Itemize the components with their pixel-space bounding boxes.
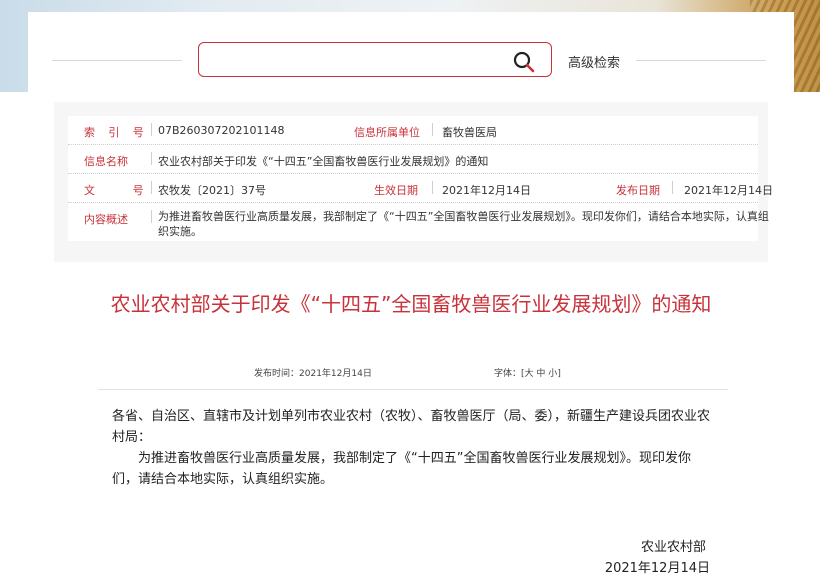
- divider: [52, 60, 182, 61]
- summary-value: 为推进畜牧兽医行业高质量发展，我部制定了《“十四五”全国畜牧兽医行业发展规划》。…: [158, 210, 769, 238]
- metadata-row: 索 引 号 07B260307202101148 信息所属单位 畜牧兽医局: [68, 116, 758, 145]
- effective-date-label: 生效日期: [374, 184, 418, 197]
- divider: [636, 60, 766, 61]
- divider: [672, 181, 673, 194]
- metadata-panel: 索 引 号 07B260307202101148 信息所属单位 畜牧兽医局 信息…: [54, 102, 773, 262]
- search-box: [198, 42, 552, 77]
- search-input[interactable]: [209, 48, 503, 73]
- search-bar: 高级检索: [28, 12, 794, 104]
- signature-org: 农业农村部: [640, 540, 706, 555]
- divider: [151, 181, 152, 194]
- metadata-table: 索 引 号 07B260307202101148 信息所属单位 畜牧兽医局 信息…: [68, 116, 773, 241]
- effective-date-value: 2021年12月14日: [442, 184, 531, 197]
- body-paragraph: 为推进畜牧兽医行业高质量发展，我部制定了《“十四五”全国畜牧兽医行业发展规划》。…: [112, 451, 691, 487]
- publish-time: 发布时间：2021年12月14日: [254, 366, 372, 379]
- name-value: 农业农村部关于印发《“十四五”全国畜牧兽医行业发展规划》的通知: [158, 155, 489, 168]
- signature-date: 2021年12月14日: [604, 561, 710, 576]
- index-label: 索 引 号: [84, 126, 149, 139]
- unit-label: 信息所属单位: [354, 126, 420, 139]
- divider: [151, 152, 152, 165]
- doc-number-value: 农牧发〔2021〕37号: [158, 184, 266, 197]
- page-title: 农业农村部关于印发《“十四五”全国畜牧兽医行业发展规划》的通知: [110, 292, 712, 316]
- metadata-row: 文 号 农牧发〔2021〕37号 生效日期 2021年12月14日 发布日期 2…: [68, 174, 773, 203]
- advanced-search-link[interactable]: 高级检索: [568, 52, 620, 71]
- divider: [151, 123, 152, 136]
- metadata-row: 内容概述 为推进畜牧兽医行业高质量发展，我部制定了《“十四五”全国畜牧兽医行业发…: [68, 203, 769, 241]
- publish-date-value: 2021年12月14日: [684, 184, 773, 197]
- divider: [151, 210, 152, 223]
- publish-time-value: 2021年12月14日: [299, 369, 372, 379]
- salutation-paragraph: 各省、自治区、直辖市及计划单列市农业农村（农牧）、畜牧兽医厅（局、委），新疆生产…: [112, 409, 711, 445]
- document-text: 各省、自治区、直辖市及计划单列市农业农村（农牧）、畜牧兽医厅（局、委），新疆生产…: [112, 406, 712, 490]
- publish-time-label: 发布时间：: [254, 369, 300, 379]
- doc-number-label: 文 号: [84, 184, 161, 197]
- content-card: 高级检索 索 引 号 07B260307202101148 信息所属单位 畜牧兽…: [28, 12, 794, 576]
- divider: [98, 389, 728, 390]
- font-medium-link[interactable]: 中: [536, 369, 545, 379]
- divider: [432, 123, 433, 136]
- document-body: 农业农村部关于印发《“十四五”全国畜牧兽医行业发展规划》的通知 发布时间：202…: [54, 274, 768, 576]
- document-panel: 农业农村部关于印发《“十四五”全国畜牧兽医行业发展规划》的通知 发布时间：202…: [54, 274, 768, 576]
- divider: [432, 181, 433, 194]
- name-label: 信息名称: [84, 155, 128, 168]
- font-size-label: 字体：[: [494, 369, 525, 379]
- metadata-row: 信息名称 农业农村部关于印发《“十四五”全国畜牧兽医行业发展规划》的通知: [68, 145, 758, 174]
- unit-value: 畜牧兽医局: [442, 126, 497, 139]
- font-size-bracket: ]: [557, 369, 561, 379]
- publish-date-label: 发布日期: [616, 184, 660, 197]
- font-small-link[interactable]: 小: [548, 369, 557, 379]
- font-large-link[interactable]: 大: [525, 369, 534, 379]
- summary-label: 内容概述: [84, 213, 128, 226]
- search-icon[interactable]: [512, 50, 536, 74]
- font-size-control: 字体：[大 中 小]: [494, 366, 561, 379]
- index-value: 07B260307202101148: [158, 124, 285, 137]
